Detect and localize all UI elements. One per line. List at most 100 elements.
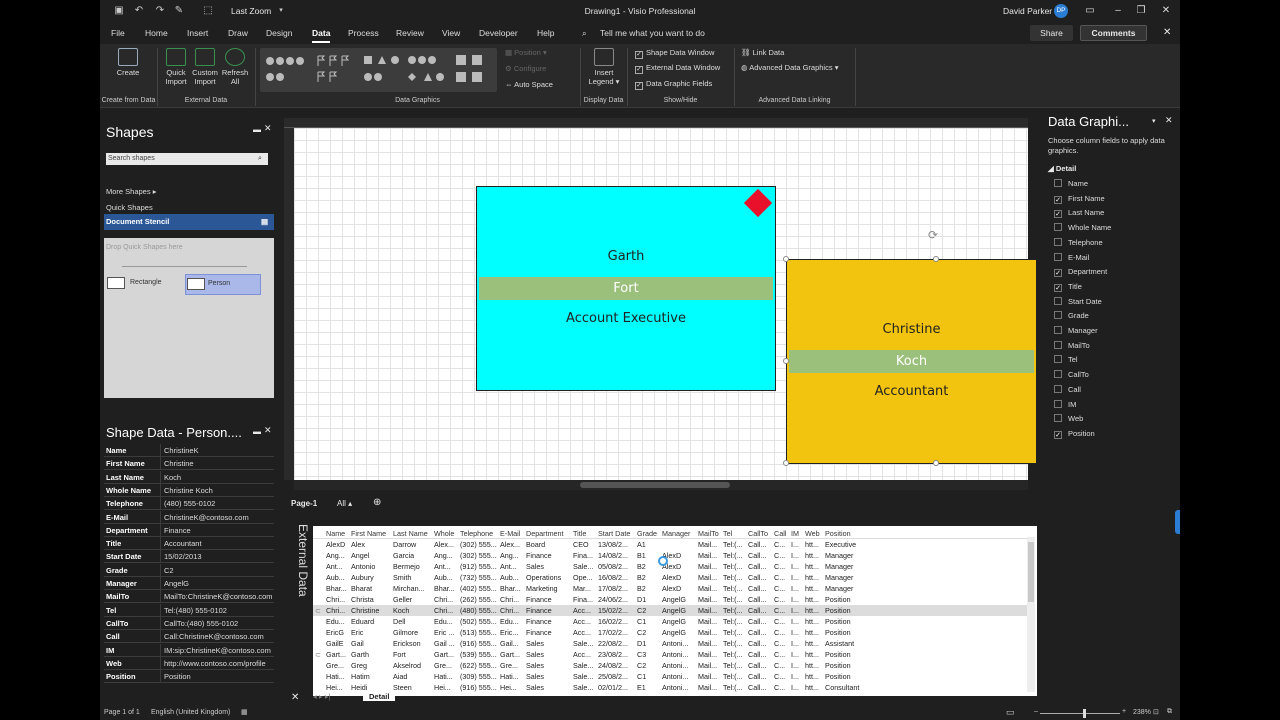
horizontal-scrollbar[interactable] <box>294 480 1028 490</box>
property-value[interactable]: ChristineK@contoso.com <box>160 510 274 524</box>
accessibility-icon[interactable]: ▦ <box>241 708 248 716</box>
tab-process[interactable]: Process <box>348 28 379 38</box>
shape-data-window-checkbox[interactable]: ✓ Shape Data Window <box>635 48 714 59</box>
shape-data-row[interactable]: Start Date 15/02/2013 <box>104 550 274 564</box>
comments-button[interactable]: Comments <box>1080 25 1147 41</box>
field-checkbox[interactable]: ✓ Title <box>1054 282 1082 292</box>
field-checkbox[interactable]: Grade <box>1054 311 1089 320</box>
shape-data-row[interactable]: CallTo CallTo:(480) 555-0102 <box>104 616 274 630</box>
ribbon-display-icon[interactable]: ▭ <box>1083 4 1097 18</box>
pane-options-icon[interactable]: ▬ <box>253 125 261 134</box>
checkbox-icon[interactable] <box>1054 326 1062 334</box>
selection-handle[interactable] <box>933 256 939 262</box>
field-checkbox[interactable]: MailTo <box>1054 340 1090 350</box>
shape-data-row[interactable]: Tel Tel:(480) 555-0102 <box>104 603 274 617</box>
table-row[interactable]: EricG Eric Gilmore Eric ... (513) 555... Eric… <box>313 627 1027 638</box>
tab-detail[interactable]: Detail <box>363 692 396 701</box>
property-value[interactable]: Christine Koch <box>160 483 274 497</box>
field-checkbox[interactable]: Manager <box>1054 326 1098 335</box>
field-checkbox[interactable]: Web <box>1054 414 1083 423</box>
quick-import-button[interactable]: Quick Import <box>162 48 190 86</box>
checkbox-icon[interactable] <box>1054 340 1062 349</box>
checkbox-icon[interactable] <box>1054 311 1062 320</box>
master-rectangle[interactable]: Rectangle <box>106 276 182 292</box>
auto-space-button[interactable]: ⇔ Auto Space <box>505 80 553 89</box>
tab-design[interactable]: Design <box>266 28 292 38</box>
page-tab-page-1[interactable]: Page-1 <box>291 499 317 508</box>
shape-data-row[interactable]: Last Name Koch <box>104 470 274 484</box>
shape-data-row[interactable]: Grade C2 <box>104 563 274 577</box>
checkbox-icon[interactable]: ✓ <box>1054 195 1062 204</box>
fit-page-icon[interactable]: ⊡ <box>1153 708 1159 716</box>
link-data-button[interactable]: ⛓ Link Data <box>741 48 784 57</box>
tab-help[interactable]: Help <box>537 28 554 38</box>
shape-data-row[interactable]: E-Mail ChristineK@contoso.com <box>104 510 274 524</box>
shape-data-row[interactable]: Web http://www.contoso.com/profile <box>104 656 274 670</box>
drawing-canvas[interactable]: Garth Fort Account Executive Christine K… <box>294 128 1036 480</box>
property-value[interactable]: IM:sip:ChristineK@contoso.com <box>160 643 274 657</box>
table-row[interactable]: Chri... Christa Geller Chri... (262) 555... C… <box>313 594 1027 605</box>
tab-review[interactable]: Review <box>396 28 424 38</box>
property-value[interactable]: Tel:(480) 555-0102 <box>160 603 274 617</box>
shape-data-row[interactable]: IM IM:sip:ChristineK@contoso.com <box>104 643 274 657</box>
shape-data-row[interactable]: First Name Christine <box>104 457 274 471</box>
checkbox-icon[interactable] <box>1054 384 1062 393</box>
tab-home[interactable]: Home <box>145 28 168 38</box>
pane-options-icon[interactable]: ▬ <box>253 427 261 436</box>
property-value[interactable]: Koch <box>160 470 274 484</box>
tell-me-icon[interactable]: ⌕ <box>582 28 587 39</box>
checkbox-icon[interactable] <box>1054 370 1062 379</box>
rotation-handle-icon[interactable]: ⟳ <box>928 228 938 242</box>
pane-close-icon[interactable]: ✕ <box>1165 115 1173 126</box>
section-detail[interactable]: ◢ Detail <box>1048 164 1076 173</box>
user-name[interactable]: David Parker <box>1003 6 1052 16</box>
property-value[interactable]: 15/02/2013 <box>160 550 274 564</box>
data-graphic-fields-checkbox[interactable]: ✓ Data Graphic Fields <box>635 79 712 90</box>
more-shapes-item[interactable]: More Shapes ▸ <box>106 187 156 196</box>
grid-header[interactable]: Name First Name Last Name Whole Telephone E-M… <box>313 528 1027 539</box>
field-checkbox[interactable]: Telephone <box>1054 237 1103 247</box>
table-row[interactable]: Aub... Aubury Smith Aub... (732) 555... Aub..… <box>313 572 1027 583</box>
external-data-grid[interactable]: Name First Name Last Name Whole Telephone E-M… <box>313 526 1037 696</box>
search-icon[interactable]: ⌕ <box>258 153 262 165</box>
field-checkbox[interactable]: Call <box>1054 384 1081 394</box>
custom-import-button[interactable]: Custom Import <box>190 48 220 86</box>
selection-handle[interactable] <box>933 460 939 466</box>
share-button[interactable]: Share <box>1030 25 1073 41</box>
table-row[interactable]: AlexD Alex Darrow Alex... (302) 555... Alex..… <box>313 539 1027 550</box>
field-checkbox[interactable]: ✓ First Name <box>1054 194 1105 204</box>
tell-me-input[interactable]: Tell me what you want to do <box>600 28 705 38</box>
checkbox-icon[interactable]: ✓ <box>1054 269 1062 278</box>
minimize-icon[interactable]: – <box>1111 4 1125 18</box>
pane-dropdown-icon[interactable]: ▾ <box>1152 117 1156 125</box>
external-data-window-checkbox[interactable]: ✓ External Data Window <box>635 63 720 74</box>
zoom-slider[interactable] <box>1040 713 1120 714</box>
checkbox-icon[interactable]: ✓ <box>1054 283 1062 292</box>
table-row[interactable]: Ant... Antonio Bermejo Ant... (912) 555... An… <box>313 561 1027 572</box>
tab-nav-icons[interactable]: ◂ ▸ ▸| <box>313 692 330 701</box>
external-data-close-icon[interactable]: ✕ <box>291 692 299 703</box>
restore-icon[interactable]: ❐ <box>1134 4 1148 18</box>
field-checkbox[interactable]: CallTo <box>1054 370 1089 379</box>
selection-handle[interactable] <box>783 358 789 364</box>
field-checkbox[interactable]: E-Mail <box>1054 252 1089 262</box>
document-stencil-item[interactable]: Document Stencil ▤ <box>104 214 274 230</box>
property-value[interactable]: Call:ChristineK@contoso.com <box>160 630 274 644</box>
stencil-area[interactable]: Drop Quick Shapes here Rectangle Person <box>104 238 274 398</box>
shape-data-row[interactable]: MailTo MailTo:ChristineK@contoso.com <box>104 590 274 604</box>
checkbox-icon[interactable]: ✓ <box>1054 430 1062 439</box>
create-button[interactable]: Create <box>114 48 142 77</box>
zoom-level[interactable]: 238% <box>1133 709 1151 716</box>
field-checkbox[interactable]: IM <box>1054 399 1076 409</box>
shape-data-row[interactable]: Position Position <box>104 670 274 684</box>
shape-data-row[interactable]: Manager AngelG <box>104 577 274 590</box>
zoom-in-icon[interactable]: + <box>1122 708 1126 715</box>
field-checkbox[interactable]: Name <box>1054 179 1088 188</box>
property-value[interactable]: MailTo:ChristineK@contoso.com <box>160 590 274 604</box>
pane-close-icon[interactable]: ✕ <box>264 425 272 436</box>
property-value[interactable]: CallTo:(480) 555-0102 <box>160 616 274 630</box>
property-value[interactable]: Christine <box>160 457 274 471</box>
property-value[interactable]: http://www.contoso.com/profile <box>160 656 274 670</box>
property-value[interactable]: (480) 555-0102 <box>160 497 274 511</box>
close-icon[interactable]: ✕ <box>1159 4 1173 18</box>
